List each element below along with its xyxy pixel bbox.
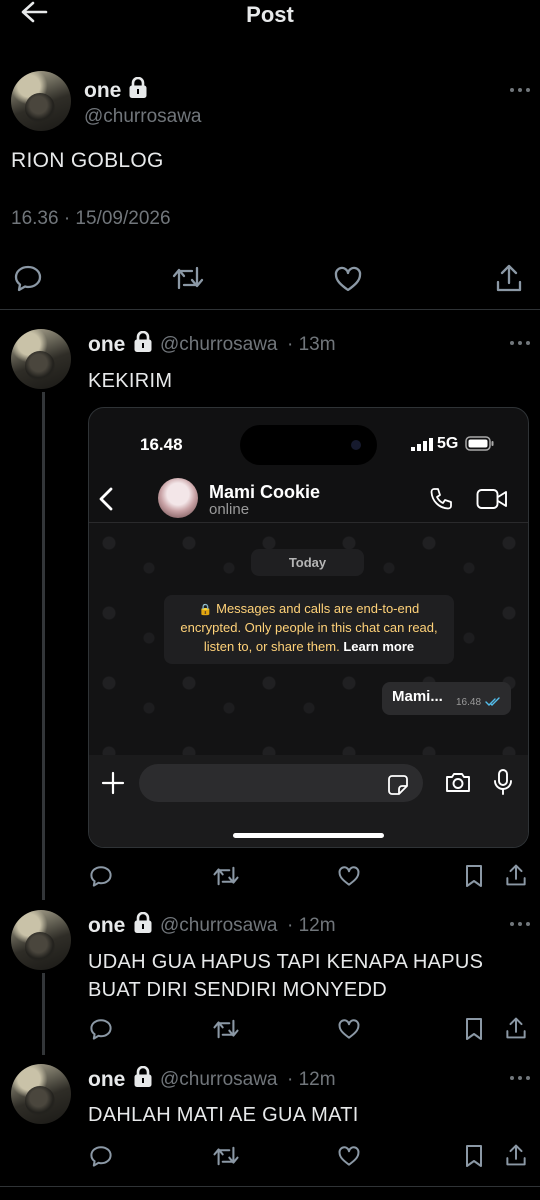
battery-icon <box>465 436 495 451</box>
retweet-icon[interactable] <box>212 1017 240 1041</box>
lock-icon: 🔒 <box>198 604 213 616</box>
more-icon[interactable] <box>510 341 532 347</box>
post-timestamp: 16.36 · 15/09/2026 <box>11 208 171 229</box>
retweet-icon[interactable] <box>171 264 205 292</box>
more-icon[interactable] <box>510 88 532 94</box>
reply-age: · 13m <box>287 334 336 355</box>
contact-name[interactable]: Mami Cookie <box>209 482 320 503</box>
video-icon[interactable] <box>476 488 508 510</box>
attached-image[interactable]: 16.48 5G Mami Cookie online Today 🔒 Mess… <box>88 407 529 848</box>
reply-author-name[interactable]: one <box>88 333 125 357</box>
thread-line <box>42 973 45 1055</box>
share-icon[interactable] <box>505 863 527 887</box>
avatar[interactable] <box>11 1064 71 1124</box>
phone-icon[interactable] <box>428 486 454 512</box>
reply-icon[interactable] <box>89 864 113 888</box>
avatar[interactable] <box>11 329 71 389</box>
bookmark-icon[interactable] <box>464 1017 484 1041</box>
encryption-text-1: Messages and calls are end-to-end <box>216 601 420 616</box>
author-name[interactable]: one <box>84 79 121 103</box>
sticker-icon[interactable] <box>387 774 409 796</box>
lock-icon <box>128 77 148 99</box>
thread-line <box>42 392 45 900</box>
reply-text: KEKIRIM <box>88 370 173 392</box>
reply-icon[interactable] <box>13 264 43 292</box>
reply-age: · 12m <box>287 1069 336 1090</box>
page-title: Post <box>246 2 294 27</box>
contact-status: online <box>209 501 250 518</box>
home-indicator <box>233 833 384 838</box>
encryption-text-3: listen to, or share them. <box>203 639 340 654</box>
retweet-icon[interactable] <box>212 864 240 888</box>
date-chip-label: Today <box>288 555 327 570</box>
reply-handle[interactable]: @churrosawa <box>160 915 278 937</box>
reply-handle[interactable]: @churrosawa <box>160 334 278 356</box>
signal-icon <box>411 438 433 451</box>
share-icon[interactable] <box>505 1143 527 1167</box>
lock-icon <box>133 331 153 353</box>
plus-icon[interactable] <box>101 771 125 795</box>
divider <box>0 1186 540 1187</box>
bookmark-icon[interactable] <box>464 864 484 888</box>
camera-icon[interactable] <box>444 770 472 794</box>
avatar[interactable] <box>11 910 71 970</box>
reply-text-line-1: UDAH GUA HAPUS TAPI KENAPA HAPUS <box>88 951 484 973</box>
reply-icon[interactable] <box>89 1017 113 1041</box>
reply-icon[interactable] <box>89 1144 113 1168</box>
network-label: 5G <box>437 435 459 452</box>
lock-icon <box>133 912 153 934</box>
sent-message-text: Mami... <box>392 688 443 705</box>
reply-author-name[interactable]: one <box>88 1068 125 1092</box>
reply-text: DAHLAH MATI AE GUA MATI <box>88 1104 359 1126</box>
dynamic-island <box>240 425 377 465</box>
like-icon[interactable] <box>337 1145 361 1167</box>
bookmark-icon[interactable] <box>464 1144 484 1168</box>
more-icon[interactable] <box>510 922 532 928</box>
sent-message-time: 16.48 <box>456 697 482 708</box>
reply-age: · 12m <box>287 915 336 936</box>
encryption-line-2: encrypted. Only people in this chat can … <box>180 620 438 635</box>
reply-handle[interactable]: @churrosawa <box>160 1069 278 1091</box>
lock-icon <box>133 1066 153 1088</box>
reply-text-line-2: BUAT DIRI SENDIRI MONYEDD <box>88 979 388 1001</box>
retweet-icon[interactable] <box>212 1144 240 1168</box>
contact-avatar[interactable] <box>158 478 198 518</box>
like-icon[interactable] <box>337 865 361 887</box>
status-time: 16.48 <box>140 435 183 454</box>
more-icon[interactable] <box>510 1076 532 1082</box>
avatar[interactable] <box>11 71 71 131</box>
chevron-left-icon[interactable] <box>98 486 114 512</box>
read-receipt-icon <box>485 697 501 707</box>
like-icon[interactable] <box>333 265 363 293</box>
divider <box>0 309 540 310</box>
mic-icon[interactable] <box>493 768 513 796</box>
post-text: RION GOBLOG <box>11 149 164 172</box>
reply-author-name[interactable]: one <box>88 914 125 938</box>
message-input[interactable] <box>139 764 423 802</box>
encryption-line-3: listen to, or share them. Learn more <box>164 639 454 654</box>
like-icon[interactable] <box>337 1018 361 1040</box>
learn-more-link[interactable]: Learn more <box>343 639 414 654</box>
encryption-line-1: 🔒 Messages and calls are end-to-end <box>164 601 454 616</box>
author-handle[interactable]: @churrosawa <box>84 106 202 128</box>
share-icon[interactable] <box>505 1016 527 1040</box>
share-icon[interactable] <box>495 263 523 293</box>
